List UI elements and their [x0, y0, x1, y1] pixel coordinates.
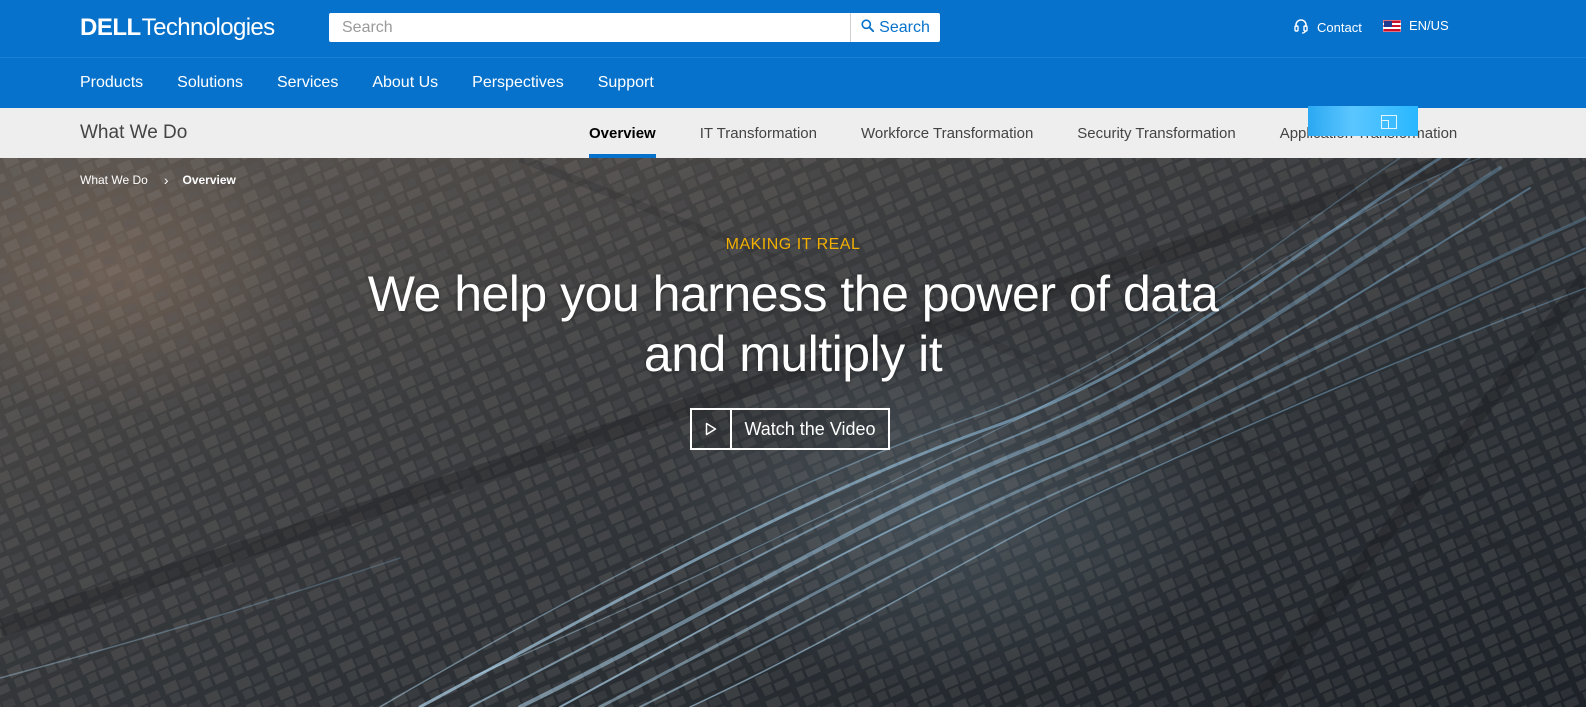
section-title: What We Do: [80, 122, 188, 143]
snap-overlay-widget[interactable]: [1308, 106, 1418, 136]
chevron-right-icon: ›: [163, 172, 169, 188]
search-button[interactable]: Search: [850, 13, 940, 42]
restore-window-icon: [1381, 115, 1397, 129]
tab-workforce-transformation[interactable]: Workforce Transformation: [861, 108, 1033, 158]
search-button-label: Search: [879, 18, 930, 36]
watch-video-label: Watch the Video: [744, 418, 876, 439]
hero-eyebrow: MAKING IT REAL: [725, 236, 861, 253]
hero-headline-line-1: We help you harness the power of data: [367, 266, 1219, 322]
search-input[interactable]: [329, 13, 850, 42]
breadcrumb-parent-link[interactable]: What We Do: [80, 173, 148, 187]
tab-it-transformation[interactable]: IT Transformation: [700, 108, 817, 158]
top-bar: DELL Technologies Search Contact EN/US: [0, 0, 1586, 57]
nav-item-perspectives[interactable]: Perspectives: [472, 74, 564, 92]
tab-overview[interactable]: Overview: [589, 108, 656, 158]
headset-icon: [1293, 18, 1309, 37]
nav-item-solutions[interactable]: Solutions: [177, 74, 243, 92]
breadcrumb-current: Overview: [182, 173, 236, 187]
search-icon: [861, 18, 875, 37]
hero-banner: What We Do › Overview MAKING IT REAL We …: [0, 158, 1586, 707]
search-bar: Search: [329, 13, 940, 42]
hero-headline: We help you harness the power of data an…: [293, 264, 1293, 384]
nav-item-services[interactable]: Services: [277, 74, 338, 92]
logo-brand: DELL: [80, 14, 141, 41]
us-flag-icon: [1383, 19, 1401, 32]
play-icon: [692, 410, 732, 448]
contact-label: Contact: [1317, 20, 1362, 35]
locale-label: EN/US: [1409, 18, 1449, 33]
hero-headline-line-2: and multiply it: [643, 326, 943, 382]
watch-video-button[interactable]: Watch the Video: [690, 408, 890, 450]
locale-selector[interactable]: EN/US: [1383, 18, 1449, 33]
breadcrumb: What We Do › Overview: [80, 172, 236, 188]
main-navigation: Products Solutions Services About Us Per…: [0, 57, 1586, 108]
logo-suffix: Technologies: [141, 14, 276, 41]
nav-item-products[interactable]: Products: [80, 74, 143, 92]
tab-security-transformation[interactable]: Security Transformation: [1077, 108, 1235, 158]
nav-item-about-us[interactable]: About Us: [372, 74, 438, 92]
nav-item-support[interactable]: Support: [598, 74, 654, 92]
contact-link[interactable]: Contact: [1293, 18, 1362, 37]
dell-technologies-logo[interactable]: DELL Technologies: [80, 13, 275, 43]
